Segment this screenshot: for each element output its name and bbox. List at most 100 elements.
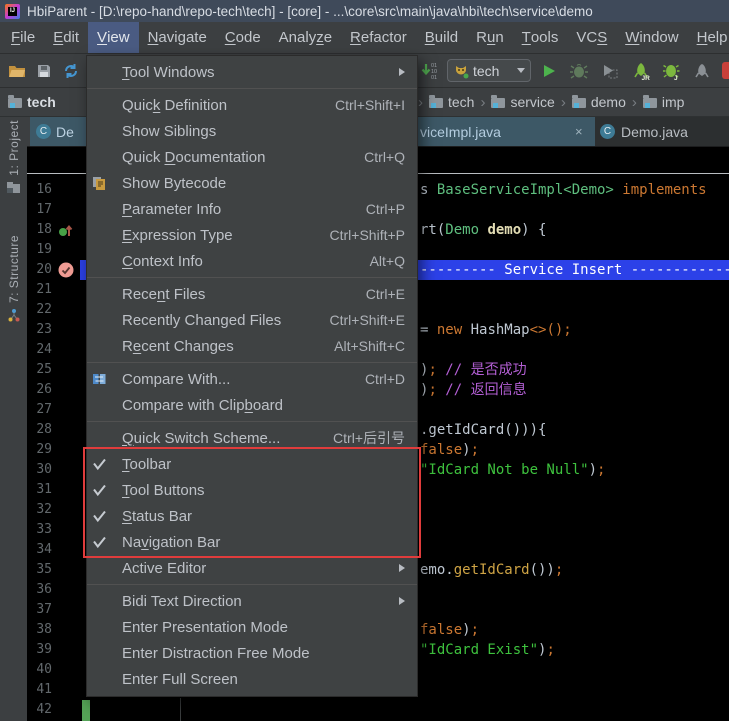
breadcrumb-item-service[interactable]: service — [491, 94, 554, 110]
code-line-23[interactable]: = new HashMap<>(); — [420, 320, 572, 340]
menu-item-show-bytecode[interactable]: Show Bytecode — [87, 170, 417, 196]
close-icon[interactable]: × — [575, 124, 583, 139]
line-number[interactable]: 34 — [27, 540, 80, 560]
menu-item-quick-switch-scheme[interactable]: Quick Switch Scheme...Ctrl+后引号 — [87, 425, 417, 451]
code-line-28[interactable]: .getIdCard())){ — [420, 420, 546, 440]
menu-item-quick-definition[interactable]: Quick DefinitionCtrl+Shift+I — [87, 92, 417, 118]
menu-item-toolbar[interactable]: Toolbar — [87, 451, 417, 477]
menu-item-tool-windows[interactable]: Tool Windows — [87, 59, 417, 85]
line-number[interactable]: 33 — [27, 520, 80, 540]
code-line-16[interactable]: s BaseServiceImpl<Demo> implements — [420, 180, 707, 200]
line-number[interactable]: 41 — [27, 680, 80, 700]
coverage-icon[interactable] — [600, 61, 620, 81]
line-number[interactable]: 32 — [27, 500, 80, 520]
menu-item-parameter-info[interactable]: Parameter InfoCtrl+P — [87, 196, 417, 222]
menu-item-bidi-text-direction[interactable]: Bidi Text Direction — [87, 588, 417, 614]
line-number[interactable]: 40 — [27, 660, 80, 680]
tool-window-button-7-structure[interactable]: 7: Structure — [0, 235, 27, 328]
breadcrumb-item-demo[interactable]: demo — [572, 94, 626, 110]
line-number[interactable]: 42 — [27, 700, 80, 720]
line-number[interactable]: 30 — [27, 460, 80, 480]
tab-demo-java[interactable]: C Demo.java — [600, 117, 688, 146]
debug-icon[interactable] — [569, 61, 589, 81]
rocket-disabled-icon[interactable] — [691, 61, 711, 81]
menubar-item-file[interactable]: File — [2, 22, 44, 53]
code-line-35[interactable]: emo.getIdCard()); — [420, 560, 563, 580]
jrebel-run-icon[interactable]: JR — [631, 61, 651, 81]
menubar-item-refactor[interactable]: Refactor — [341, 22, 416, 53]
menubar-item-edit[interactable]: Edit — [44, 22, 88, 53]
line-number[interactable]: 28 — [27, 420, 80, 440]
line-number[interactable]: 35 — [27, 560, 80, 580]
menubar-item-help[interactable]: Help — [688, 22, 729, 53]
menu-item-enter-presentation-mode[interactable]: Enter Presentation Mode — [87, 614, 417, 640]
code-line-39[interactable]: "IdCard Exist"); — [420, 640, 555, 660]
menubar-item-vcs[interactable]: VCS — [567, 22, 616, 53]
line-number[interactable]: 39 — [27, 640, 80, 660]
line-number[interactable]: 26 — [27, 380, 80, 400]
line-number[interactable]: 22 — [27, 300, 80, 320]
menu-item-quick-documentation[interactable]: Quick DocumentationCtrl+Q — [87, 144, 417, 170]
menu-item-recently-changed-files[interactable]: Recently Changed FilesCtrl+Shift+E — [87, 307, 417, 333]
sync-icon[interactable] — [61, 61, 81, 81]
jrebel-debug-icon[interactable]: J — [661, 61, 681, 81]
breadcrumb-item-imp[interactable]: imp — [643, 94, 685, 110]
line-number[interactable]: 19 — [27, 240, 80, 260]
check-marker-icon[interactable] — [58, 262, 74, 278]
menubar-item-navigate[interactable]: Navigate — [139, 22, 216, 53]
menu-item-enter-full-screen[interactable]: Enter Full Screen — [87, 666, 417, 692]
line-number[interactable]: 29 — [27, 440, 80, 460]
line-number[interactable]: 17 — [27, 200, 80, 220]
line-number[interactable]: 24 — [27, 340, 80, 360]
menubar-item-build[interactable]: Build — [416, 22, 467, 53]
menu-item-status-bar[interactable]: Status Bar — [87, 503, 417, 529]
svg-text:JR: JR — [641, 75, 650, 81]
code-line-26[interactable]: ); // 返回信息 — [420, 380, 527, 400]
vcs-update-icon[interactable]: 011001 — [420, 61, 440, 81]
tool-window-button-1-project[interactable]: 1: Project — [0, 120, 27, 199]
class-icon: C — [36, 124, 51, 139]
menu-item-context-info[interactable]: Context InfoAlt+Q — [87, 248, 417, 274]
line-number[interactable]: 36 — [27, 580, 80, 600]
breadcrumb-item-tech[interactable]: tech — [8, 94, 56, 110]
save-icon[interactable] — [34, 61, 54, 81]
menu-item-show-siblings[interactable]: Show Siblings — [87, 118, 417, 144]
menu-item-enter-distraction-free-mode[interactable]: Enter Distraction Free Mode — [87, 640, 417, 666]
line-number[interactable]: 21 — [27, 280, 80, 300]
menu-item-active-editor[interactable]: Active Editor — [87, 555, 417, 581]
line-number[interactable]: 38 — [27, 620, 80, 640]
run-configuration-select[interactable]: tech — [447, 59, 531, 82]
line-number[interactable]: 37 — [27, 600, 80, 620]
open-folder-icon[interactable] — [7, 61, 27, 81]
line-number[interactable]: 31 — [27, 480, 80, 500]
breadcrumb-item-tech[interactable]: tech — [429, 94, 474, 110]
menubar-item-run[interactable]: Run — [467, 22, 513, 53]
menu-item-recent-changes[interactable]: Recent ChangesAlt+Shift+C — [87, 333, 417, 359]
override-marker-icon[interactable] — [58, 222, 74, 238]
menu-shortcut: Ctrl+E — [366, 286, 405, 302]
line-number[interactable]: 27 — [27, 400, 80, 420]
menubar-item-tools[interactable]: Tools — [513, 22, 568, 53]
code-line-30[interactable]: "IdCard Not be Null"); — [420, 460, 605, 480]
line-number[interactable]: 16 — [27, 180, 80, 200]
code-line-29[interactable]: false); — [420, 440, 479, 460]
menu-item-expression-type[interactable]: Expression TypeCtrl+Shift+P — [87, 222, 417, 248]
line-number[interactable]: 25 — [27, 360, 80, 380]
run-icon[interactable] — [539, 61, 559, 81]
code-line-25[interactable]: ); // 是否成功 — [420, 360, 527, 380]
menu-item-tool-buttons[interactable]: Tool Buttons — [87, 477, 417, 503]
menu-item-navigation-bar[interactable]: Navigation Bar — [87, 529, 417, 555]
code-line-38[interactable]: false); — [420, 620, 479, 640]
menu-item-compare-with[interactable]: Compare With...Ctrl+D — [87, 366, 417, 392]
code-token: ()) — [530, 562, 555, 578]
menubar-item-analyze[interactable]: Analyze — [270, 22, 341, 53]
menu-item-recent-files[interactable]: Recent FilesCtrl+E — [87, 281, 417, 307]
code-line-20[interactable]: --------- Service Insert ---------------… — [420, 260, 729, 280]
menubar-item-code[interactable]: Code — [216, 22, 270, 53]
menubar-item-window[interactable]: Window — [616, 22, 687, 53]
line-number[interactable]: 23 — [27, 320, 80, 340]
menu-item-compare-with-clipboard[interactable]: Compare with Clipboard — [87, 392, 417, 418]
menubar-item-view[interactable]: View — [88, 22, 139, 53]
code-line-18[interactable]: rt(Demo demo) { — [420, 220, 546, 240]
clipped-red-icon[interactable] — [722, 62, 729, 79]
